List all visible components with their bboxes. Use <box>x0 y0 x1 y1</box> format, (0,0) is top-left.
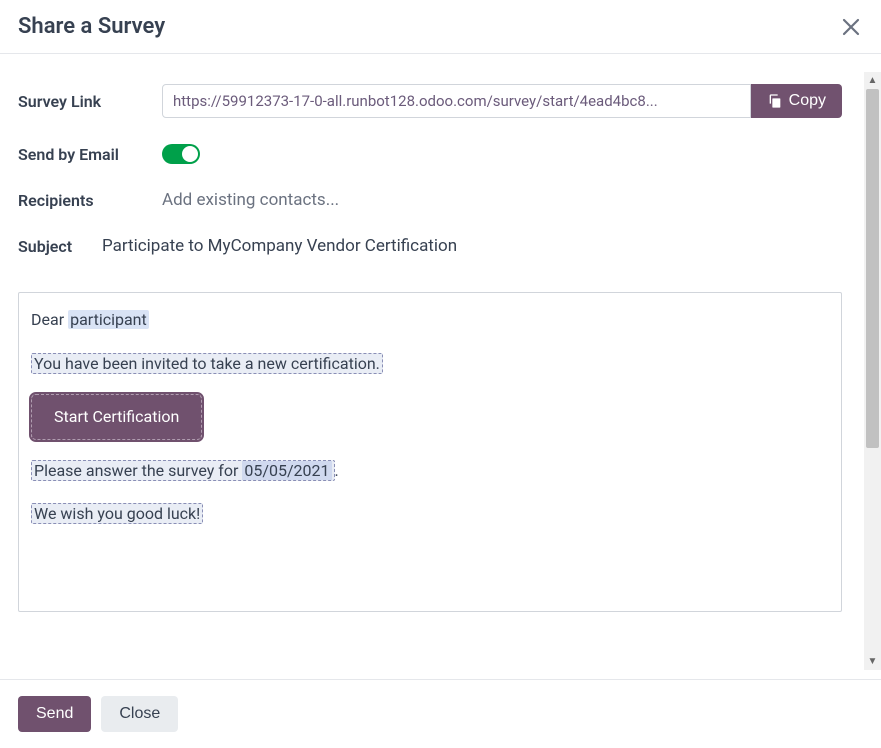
start-certification-button[interactable]: Start Certification <box>31 394 202 440</box>
editor-line-goodluck: We wish you good luck! <box>31 501 829 527</box>
token-participant: participant <box>68 310 149 329</box>
email-body-editor[interactable]: Dear participant You have been invited t… <box>18 292 842 612</box>
survey-link-input[interactable]: https://59912373-17-0-all.runbot128.odoo… <box>162 84 751 118</box>
row-send-email: Send by Email <box>18 144 863 164</box>
toggle-knob <box>182 146 198 162</box>
label-survey-link: Survey Link <box>18 92 162 111</box>
editor-line-invite: You have been invited to take a new cert… <box>31 351 829 377</box>
scrollbar-thumb[interactable] <box>866 89 879 448</box>
editor-greeting: Dear participant <box>31 307 829 333</box>
token-goodluck: We wish you good luck! <box>31 503 203 524</box>
send-email-toggle[interactable] <box>162 144 200 164</box>
close-icon[interactable] <box>839 15 863 39</box>
dialog-header: Share a Survey <box>0 0 881 54</box>
deadline-prefix: Please answer the survey for <box>34 461 242 480</box>
dialog-footer: Send Close <box>0 679 881 748</box>
label-subject: Subject <box>18 237 102 256</box>
copy-button-label: Copy <box>789 92 826 110</box>
share-survey-dialog: Share a Survey Survey Link https://59912… <box>0 0 881 748</box>
dialog-title: Share a Survey <box>18 14 165 39</box>
row-subject: Subject Participate to MyCompany Vendor … <box>18 236 863 256</box>
token-date: 05/05/2021 <box>242 461 331 480</box>
copy-icon <box>767 93 783 109</box>
label-recipients: Recipients <box>18 191 162 210</box>
recipients-input[interactable]: Add existing contacts... <box>162 190 863 210</box>
subject-input[interactable]: Participate to MyCompany Vendor Certific… <box>102 236 457 256</box>
greeting-prefix: Dear <box>31 310 68 329</box>
row-recipients: Recipients Add existing contacts... <box>18 190 863 210</box>
dialog-body: Survey Link https://59912373-17-0-all.ru… <box>0 54 881 679</box>
token-invite-text: You have been invited to take a new cert… <box>31 353 383 374</box>
row-survey-link: Survey Link https://59912373-17-0-all.ru… <box>18 84 863 118</box>
survey-link-group: https://59912373-17-0-all.runbot128.odoo… <box>162 84 842 118</box>
send-button[interactable]: Send <box>18 696 91 732</box>
scroll-down-icon[interactable]: ▼ <box>864 653 881 670</box>
scrollbar-vertical[interactable]: ▲ ▼ <box>864 72 881 670</box>
label-send-email: Send by Email <box>18 145 162 164</box>
copy-button[interactable]: Copy <box>751 84 842 118</box>
editor-line-deadline: Please answer the survey for 05/05/2021. <box>31 458 829 484</box>
close-button[interactable]: Close <box>101 696 178 732</box>
scroll-up-icon[interactable]: ▲ <box>864 72 881 89</box>
deadline-suffix: . <box>335 461 339 480</box>
token-deadline-wrap: Please answer the survey for 05/05/2021 <box>31 460 335 481</box>
